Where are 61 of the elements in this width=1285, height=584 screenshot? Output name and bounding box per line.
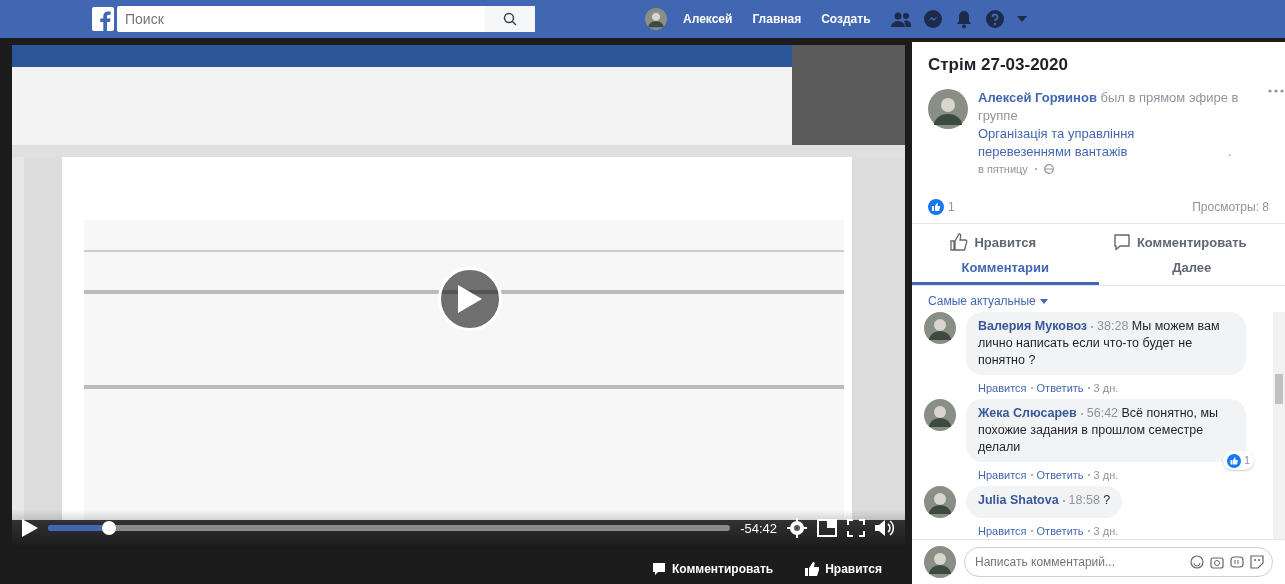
more-icon[interactable] [1268, 89, 1284, 93]
avatar-icon [924, 312, 956, 344]
logo-icon [92, 7, 114, 31]
tab[interactable]: Комментарии [912, 254, 1099, 285]
like-reaction-icon [928, 199, 944, 215]
comment-text: Julia Shatova 18:58 ? [978, 492, 1111, 509]
comment-age: 3 дн. [1093, 525, 1119, 537]
time-remaining: -54:42 [740, 520, 777, 536]
nav-link[interactable]: Главная [742, 12, 812, 26]
help-icon[interactable] [984, 9, 1005, 29]
comment-age: 3 дн. [1093, 469, 1119, 481]
scrollbar-thumb[interactable] [1275, 374, 1283, 404]
post-title: Стрім 27-03-2020 [927, 54, 1069, 75]
avatar-icon [924, 399, 956, 431]
messenger-icon[interactable] [922, 9, 943, 29]
caret-icon[interactable] [1016, 16, 1027, 22]
post-time[interactable]: в пятницу [978, 163, 1028, 175]
window-icon[interactable] [817, 519, 837, 537]
fullscreen-icon[interactable] [847, 519, 865, 537]
thumbs-up-icon [805, 561, 820, 576]
like-link[interactable]: Нравится [978, 382, 1027, 394]
comment-button[interactable]: Комментировать [651, 561, 774, 576]
like-button[interactable]: Нравится [944, 232, 1042, 252]
avatar-icon [924, 546, 956, 578]
speech-bubble-icon [1112, 233, 1131, 251]
thumbs-up-icon [950, 233, 969, 251]
comment-text: Жека Слюсарев 56:42 Всё понятно, мы похожие задания в прошлом семестре делали [978, 405, 1220, 456]
reaction-count: 1 [1243, 453, 1250, 468]
comment-icon [651, 561, 666, 576]
sort-dropdown[interactable]: Самые актуальные [928, 294, 1036, 308]
like-button[interactable]: Нравится [805, 561, 882, 576]
friends-icon[interactable] [890, 11, 911, 27]
tab[interactable]: Далее [1098, 254, 1285, 285]
comment-text: Валерия Муковоз 38:28 Мы можем вам лично написать если что-то будет не понятно ? [978, 318, 1221, 369]
group-link[interactable]: Організація та управління перевезеннями вантажів [978, 125, 1228, 161]
like-count: 1 [948, 200, 955, 214]
post-text: Алексей Горяинов был в прямом эфире в группе Організація та управління перевезеннями вантажів . [978, 89, 1240, 161]
profile-link[interactable]: Алексей [673, 12, 743, 26]
search-button[interactable] [485, 6, 535, 32]
like-link[interactable]: Нравится [978, 525, 1027, 537]
play-icon[interactable] [22, 519, 38, 537]
reply-link[interactable]: Ответить [1036, 469, 1084, 481]
reply-link[interactable]: Ответить [1036, 382, 1084, 394]
search-field[interactable]: Поиск [117, 6, 485, 32]
play-icon [458, 285, 482, 313]
camera-icon[interactable] [1210, 555, 1224, 569]
search-icon [503, 12, 517, 26]
reply-link[interactable]: Ответить [1036, 525, 1084, 537]
avatar-icon [924, 486, 956, 518]
caret-icon[interactable] [1039, 298, 1048, 304]
like-link[interactable]: Нравится [978, 469, 1027, 481]
nav-link[interactable]: Создать [811, 12, 881, 26]
sticker-icon[interactable] [1250, 555, 1264, 569]
view-count: Просмотры: 8 [1192, 200, 1269, 214]
bell-icon[interactable] [954, 9, 973, 29]
avatar-icon [645, 8, 667, 30]
volume-icon[interactable] [875, 519, 895, 537]
comment-age: 3 дн. [1093, 382, 1119, 394]
comment-button[interactable]: Комментировать [1106, 232, 1253, 252]
smiley-icon[interactable] [1190, 555, 1204, 569]
avatar-icon [928, 89, 968, 129]
